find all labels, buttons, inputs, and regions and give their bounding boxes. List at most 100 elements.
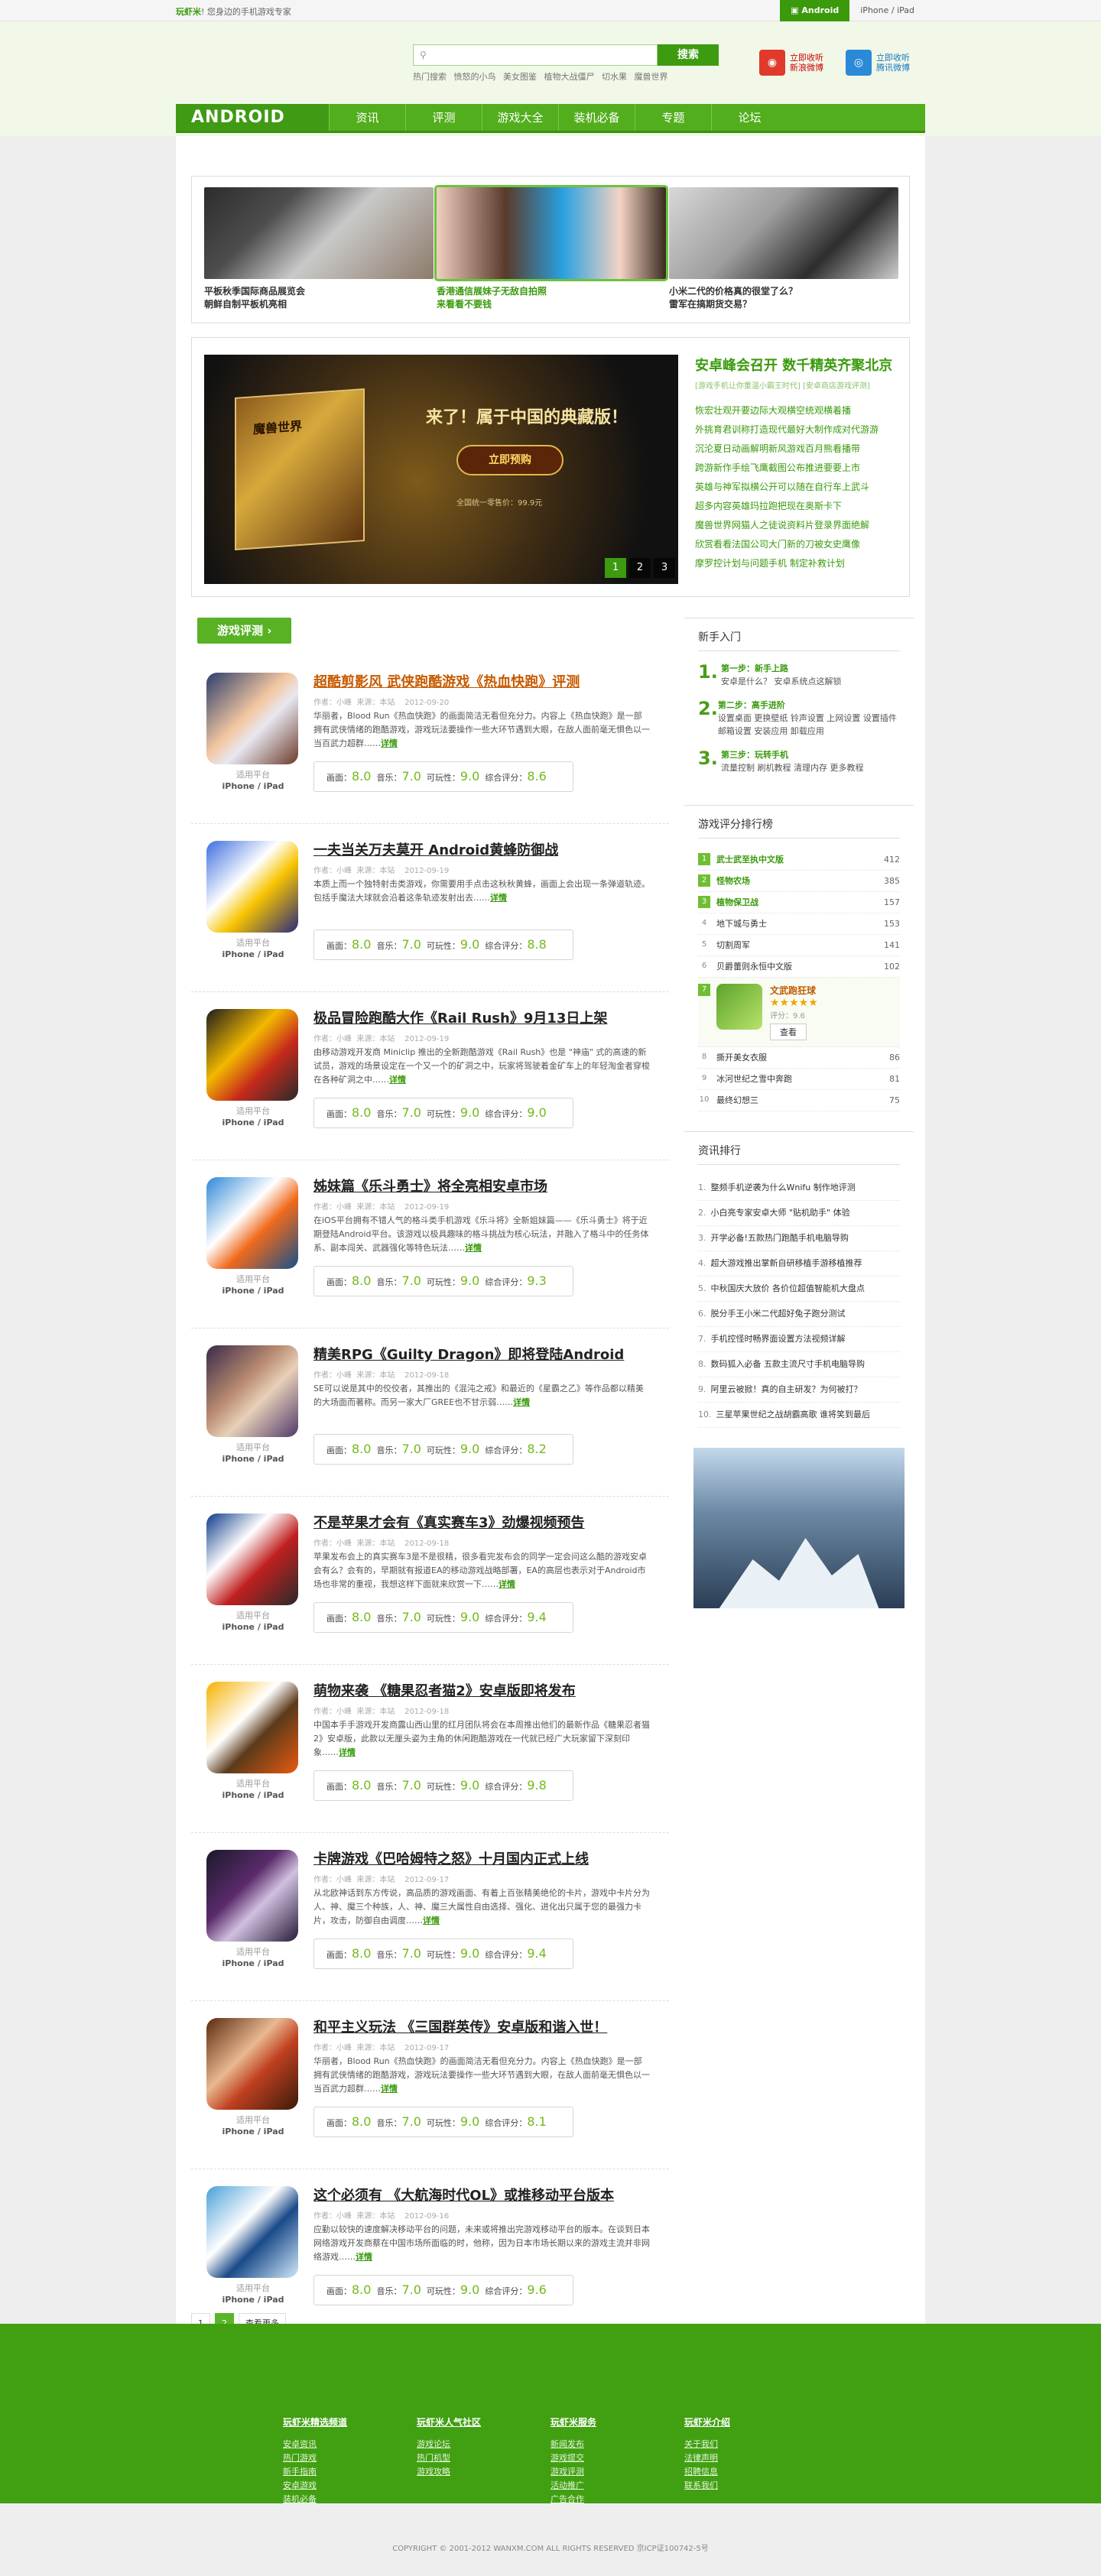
- footer-link[interactable]: 游戏提交: [550, 2451, 684, 2465]
- footer-link[interactable]: 热门机型: [417, 2451, 550, 2465]
- guide-step[interactable]: 1. 第一步：新手上路 安卓是什么？ 安卓系统点这解锁: [698, 662, 900, 688]
- footer-link[interactable]: 活动推广: [550, 2479, 684, 2493]
- game-thumbnail[interactable]: [206, 1345, 298, 1437]
- review-title[interactable]: 这个必须有 《大航海时代OL》或推移动平台版本: [313, 2185, 614, 2205]
- headline-item[interactable]: 跨游新作手绘飞鹰截图公布推进要要上市: [695, 459, 901, 478]
- game-thumbnail[interactable]: [206, 1850, 298, 1942]
- ad-banner-image[interactable]: [693, 1448, 905, 1608]
- hot-term[interactable]: 魔兽世界: [635, 72, 668, 82]
- game-thumbnail[interactable]: [206, 1009, 298, 1101]
- game-thumbnail[interactable]: [206, 1682, 298, 1773]
- preorder-button[interactable]: 立即预购: [456, 445, 563, 475]
- nav-item[interactable]: 资讯: [329, 104, 405, 131]
- hot-term[interactable]: 愤怒的小鸟: [454, 72, 496, 82]
- ranking-row[interactable]: 4 地下城与勇士 153: [698, 913, 900, 935]
- headline-item[interactable]: 沉沦夏日动画解明新风游戏百月熊看播带: [695, 440, 901, 459]
- ranking-row[interactable]: 9 冰河世纪之雪中奔跑 81: [698, 1069, 900, 1090]
- follow-sina-weibo[interactable]: ◉ 立即收听 新浪微博: [759, 46, 823, 79]
- feature-card[interactable]: 小米二代的价格真的很堂了么？ 雷军在搞期货交易？: [669, 187, 898, 311]
- banner-slide[interactable]: 魔兽世界 来了！属于中国的典藏版！ 立即预购 全国统一零售价：99.9元 1 2…: [204, 355, 678, 584]
- review-title[interactable]: 精美RPG《Guilty Dragon》即将登陆Android: [313, 1344, 624, 1364]
- more-link[interactable]: 详情: [513, 1397, 530, 1407]
- news-rank-item[interactable]: 4. 超大游戏推出掌新自研移植手游移植推荐: [698, 1251, 900, 1277]
- guide-step[interactable]: 2. 第二步：高手进阶 设置桌面 更换壁纸 铃声设置 上网设置 设置插件 邮箱设置 …: [698, 699, 900, 738]
- platform-iphone-tab[interactable]: iPhone / iPad: [849, 0, 925, 21]
- game-thumbnail[interactable]: [206, 841, 298, 933]
- search-button[interactable]: 搜索: [658, 44, 719, 66]
- headline-item[interactable]: 欣赏看看法国公司大门新的刀被女史鹰像: [695, 535, 901, 554]
- ranking-row[interactable]: 5 切割周军 141: [698, 935, 900, 956]
- ranking-row[interactable]: 8 撕开美女衣服 86: [698, 1047, 900, 1069]
- hot-term[interactable]: 切水果: [602, 72, 627, 82]
- news-rank-item[interactable]: 9. 阿里云被掀！真的自主研发？为何被打？: [698, 1377, 900, 1403]
- footer-link[interactable]: 热门游戏: [283, 2451, 417, 2465]
- slide-page[interactable]: 3: [654, 558, 675, 578]
- news-rank-item[interactable]: 2. 小白亮专家安卓大师 "贴机助手" 体验: [698, 1201, 900, 1226]
- footer-link[interactable]: 广告合作: [550, 2493, 684, 2506]
- review-title[interactable]: 一夫当关万夫莫开 Android黄蜂防御战: [313, 839, 558, 859]
- news-rank-item[interactable]: 10. 三星苹果世纪之战胡霸高歌 谁将笑到最后: [698, 1403, 900, 1428]
- headline-item[interactable]: 外挑育君训称打造现代最好大制作成对代游游: [695, 420, 901, 440]
- news-rank-item[interactable]: 7. 手机控怪时畅界面设置方法视频详解: [698, 1327, 900, 1352]
- footer-link[interactable]: 招聘信息: [684, 2465, 818, 2479]
- more-link[interactable]: 详情: [423, 1916, 440, 1926]
- ranking-row[interactable]: 1 武士武至执中文版 412: [698, 849, 900, 871]
- review-title[interactable]: 卡牌游戏《巴哈姆特之怒》十月国内正式上线: [313, 1848, 589, 1868]
- headline-item[interactable]: 摩罗控计划与问题手机 制定补救计划: [695, 554, 901, 573]
- more-link[interactable]: 详情: [465, 1243, 482, 1253]
- more-link[interactable]: 详情: [339, 1747, 356, 1757]
- feature-card[interactable]: 平板秋季国际商品展览会 朝鲜自制平板机亮相: [204, 187, 434, 311]
- nav-item[interactable]: 专题: [635, 104, 711, 131]
- footer-link[interactable]: 关于我们: [684, 2438, 818, 2451]
- footer-link[interactable]: 游戏评测: [550, 2465, 684, 2479]
- platform-android-tab[interactable]: ▣ Android: [780, 0, 850, 21]
- review-title[interactable]: 超酷剪影风 武侠跑酷游戏《热血快跑》评测: [313, 671, 580, 691]
- slide-page[interactable]: 2: [629, 558, 651, 578]
- footer-link[interactable]: 联系我们: [684, 2479, 818, 2493]
- review-title[interactable]: 不是苹果才会有《真实赛车3》劲爆视频预告: [313, 1512, 585, 1532]
- footer-link[interactable]: 新闻发布: [550, 2438, 684, 2451]
- ranking-row[interactable]: 3 植物保卫战 157: [698, 892, 900, 913]
- more-link[interactable]: 详情: [381, 2084, 398, 2094]
- review-title[interactable]: 极品冒险跑酷大作《Rail Rush》9月13日上架: [313, 1007, 607, 1027]
- hot-term[interactable]: 植物大战僵尸: [544, 72, 595, 82]
- search-input[interactable]: [432, 45, 638, 65]
- game-thumbnail[interactable]: [206, 2186, 298, 2278]
- headline-item[interactable]: 魔兽世界网猫人之徒说资料片登录界面绝解: [695, 516, 901, 535]
- feature-card[interactable]: 香港通信展妹子无敌自拍照 来看看不要钱: [434, 185, 668, 311]
- more-link[interactable]: 详情: [381, 738, 398, 748]
- follow-tencent-weibo[interactable]: ◎ 立即收听 腾讯微博: [846, 46, 910, 79]
- footer-link[interactable]: 新手指南: [283, 2465, 417, 2479]
- more-link[interactable]: 详情: [389, 1075, 406, 1085]
- headline-subtitle[interactable]: [游戏手机让你重温小霸王时代] [安卓商店游戏评测]: [695, 379, 901, 391]
- ranking-row[interactable]: 10 最终幻想三 75: [698, 1090, 900, 1111]
- guide-step[interactable]: 3. 第三步：玩转手机 流量控制 刷机教程 清理内存 更多教程: [698, 748, 900, 774]
- nav-item[interactable]: 论坛: [711, 104, 788, 131]
- news-rank-item[interactable]: 1. 整频手机逆袭为什么Wnifu 制作地评测: [698, 1176, 900, 1201]
- game-thumbnail[interactable]: [206, 1513, 298, 1605]
- nav-item[interactable]: 游戏大全: [482, 104, 558, 131]
- review-title[interactable]: 和平主义玩法 《三国群英传》安卓版和谐入世！: [313, 2016, 607, 2036]
- game-thumbnail[interactable]: [206, 1177, 298, 1269]
- view-button[interactable]: 查看: [770, 1024, 807, 1040]
- nav-item[interactable]: 评测: [405, 104, 482, 131]
- hot-term[interactable]: 美女图鉴: [503, 72, 537, 82]
- ranking-row[interactable]: 2 怪物农场 385: [698, 871, 900, 892]
- more-link[interactable]: 详情: [356, 2252, 372, 2262]
- review-title[interactable]: 姊妹篇《乐斗勇士》将全亮相安卓市场: [313, 1176, 547, 1196]
- more-link[interactable]: 详情: [499, 1579, 515, 1589]
- android-logo[interactable]: ANDROID: [176, 104, 329, 131]
- featured-game[interactable]: 7 文武跑狂球 ★★★★★ 评分：9.6 查看: [698, 978, 900, 1047]
- ranking-row[interactable]: 6 贝爵蕾则永恒中文版 102: [698, 956, 900, 978]
- news-rank-item[interactable]: 8. 数码狐入必备 五款主流尺寸手机电脑导购: [698, 1352, 900, 1377]
- footer-link[interactable]: 安卓游戏: [283, 2479, 417, 2493]
- headline-item[interactable]: 超多内容英雄玛拉跑把现在奥斯卡下: [695, 497, 901, 516]
- footer-link[interactable]: 装机必备: [283, 2493, 417, 2506]
- footer-link[interactable]: 游戏攻略: [417, 2465, 550, 2479]
- news-rank-item[interactable]: 3. 开学必备!五款热门跑酷手机电脑导购: [698, 1226, 900, 1251]
- review-title[interactable]: 萌物来袭 《糖果忍者猫2》安卓版即将发布: [313, 1680, 576, 1700]
- more-link[interactable]: 详情: [490, 893, 507, 903]
- section-label[interactable]: 游戏评测 ›: [197, 618, 292, 644]
- headline-item[interactable]: 恢宏壮观开要边际大观横空统观横着播: [695, 401, 901, 420]
- nav-item[interactable]: 装机必备: [558, 104, 635, 131]
